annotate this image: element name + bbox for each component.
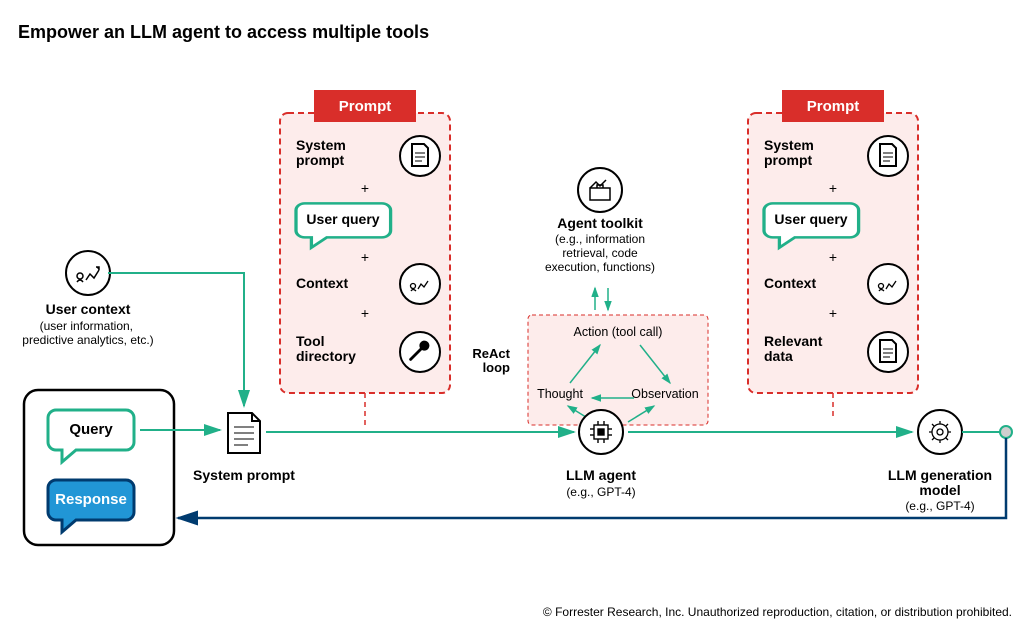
prompt2-item0: Systemprompt [764,137,814,168]
response-bubble-label: Response [55,491,127,508]
svg-text:+: + [829,305,837,321]
react-observation: Observation [631,387,698,401]
svg-text:+: + [361,305,369,321]
user-context-sub: (user information, predictive analytics,… [22,319,153,347]
agent-toolkit-sub: (e.g., informationretrieval, codeexecuti… [545,232,655,274]
agent-toolkit-label: Agent toolkit [557,215,643,231]
prompt1-item1: User query [306,211,379,227]
svg-text:+: + [829,180,837,196]
prompt1-header-label: Prompt [339,98,392,115]
llm-agent-sub: (e.g., GPT-4) [566,485,635,499]
context-analytics-icon [400,264,440,304]
toolkit-icon [578,168,622,212]
llm-gen-sub: (e.g., GPT-4) [905,499,974,513]
output-node [1000,426,1012,438]
user-context-label: User context [46,301,131,317]
svg-text:+: + [361,249,369,265]
prompt2-header-label: Prompt [807,98,860,115]
llm-gen-label: LLM generationmodel [888,467,992,498]
svg-text:+: + [829,249,837,265]
system-prompt-label: System prompt [193,467,295,483]
react-loop-label: ReActloop [472,346,510,375]
query-bubble-label: Query [69,421,113,438]
analytics-icon [66,251,110,295]
prompt2-item2: Context [764,275,816,291]
svg-text:+: + [361,180,369,196]
llm-agent-label: LLM agent [566,467,636,483]
context-analytics-icon-2 [868,264,908,304]
prompt1-item2: Context [296,275,348,291]
react-thought: Thought [537,387,583,401]
prompt2-item1: User query [774,211,847,227]
footer-text: © Forrester Research, Inc. Unauthorized … [543,605,1012,619]
gear-chip-icon [918,410,962,454]
react-action: Action (tool call) [574,325,663,339]
prompt1-item0: Systemprompt [296,137,346,168]
page-title: Empower an LLM agent to access multiple … [18,22,429,42]
